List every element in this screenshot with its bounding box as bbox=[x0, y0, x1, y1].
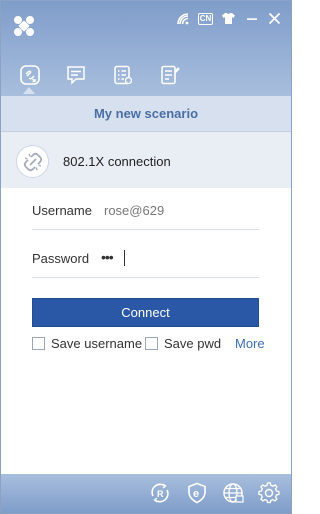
footer-toolbar: R e bbox=[1, 474, 291, 513]
save-username-checkbox[interactable] bbox=[32, 337, 45, 350]
language-badge-text: CN bbox=[197, 12, 214, 25]
password-field[interactable]: Password ••• bbox=[32, 241, 259, 278]
theme-shirt-icon[interactable] bbox=[220, 10, 237, 27]
link-refresh-icon bbox=[20, 65, 40, 85]
close-icon[interactable] bbox=[266, 10, 283, 27]
scenario-title: My new scenario bbox=[93, 106, 199, 121]
connect-button[interactable]: Connect bbox=[32, 298, 259, 327]
connection-type-icon-wrapper bbox=[16, 145, 49, 178]
tab-bar bbox=[1, 63, 291, 96]
username-input[interactable]: rose@629 bbox=[104, 203, 164, 218]
connection-type-row[interactable]: 802.1X connection bbox=[1, 132, 291, 188]
app-logo-icon bbox=[14, 16, 34, 36]
window-controls: CN bbox=[174, 10, 283, 27]
message-icon bbox=[67, 66, 85, 85]
tab-notes[interactable] bbox=[158, 63, 182, 87]
app-window: CN My new scenario 802.1X connection Use… bbox=[0, 0, 292, 514]
save-pwd-label: Save pwd bbox=[164, 336, 222, 351]
password-label: Password bbox=[32, 251, 90, 266]
login-form: Username rose@629 Password ••• Connect S… bbox=[1, 188, 291, 474]
save-username-option[interactable]: Save username bbox=[32, 336, 142, 351]
header: CN bbox=[1, 1, 291, 96]
connect-button-label: Connect bbox=[121, 305, 170, 320]
language-cn-badge[interactable]: CN bbox=[197, 10, 214, 27]
text-caret bbox=[124, 250, 125, 266]
tab-list[interactable] bbox=[111, 63, 135, 87]
svg-text:R: R bbox=[157, 489, 164, 499]
settings-gear-icon[interactable] bbox=[258, 482, 280, 504]
r-refresh-icon[interactable]: R bbox=[149, 482, 171, 504]
broken-link-icon bbox=[23, 152, 42, 171]
save-username-label: Save username bbox=[51, 336, 143, 351]
password-input[interactable]: ••• bbox=[101, 249, 114, 265]
tab-messages[interactable] bbox=[64, 63, 88, 87]
list-icon bbox=[114, 65, 133, 85]
save-pwd-option[interactable]: Save pwd bbox=[145, 336, 221, 351]
username-field[interactable]: Username rose@629 bbox=[32, 193, 259, 230]
tab-connection[interactable] bbox=[18, 63, 42, 87]
svg-text:e: e bbox=[193, 488, 199, 500]
globe-icon[interactable] bbox=[222, 482, 244, 504]
active-tab-indicator bbox=[23, 87, 35, 94]
scenario-selector[interactable]: My new scenario bbox=[1, 96, 291, 132]
wifi-icon[interactable] bbox=[174, 10, 191, 27]
more-link[interactable]: More bbox=[235, 336, 265, 351]
edit-note-icon bbox=[161, 65, 180, 85]
save-pwd-checkbox[interactable] bbox=[145, 337, 158, 350]
connection-type-label: 802.1X connection bbox=[63, 154, 171, 169]
minimize-icon[interactable] bbox=[243, 10, 260, 27]
shield-e-icon[interactable]: e bbox=[186, 482, 208, 504]
username-label: Username bbox=[32, 203, 92, 218]
